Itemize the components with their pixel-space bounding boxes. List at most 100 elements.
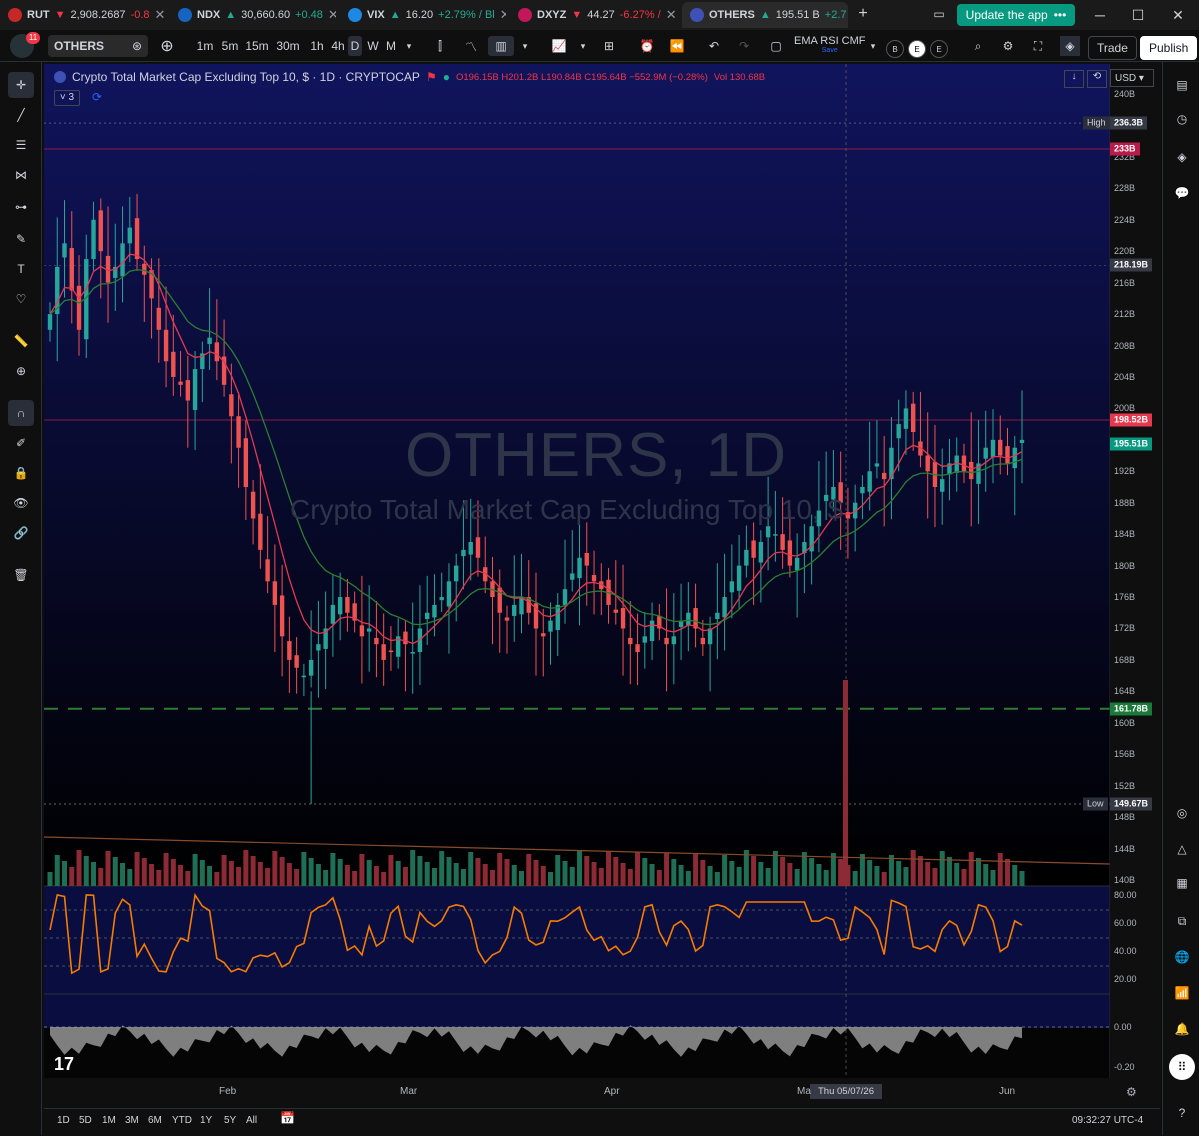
heart-icon[interactable]: ♡ bbox=[8, 286, 34, 312]
help-icon[interactable]: ? bbox=[1169, 1100, 1195, 1126]
tab-vix[interactable]: VIX ▲ 16.20 +2.79% / Bl ✕ bbox=[340, 2, 506, 28]
interval-D[interactable]: D bbox=[348, 36, 362, 56]
bar-style-icon[interactable]: ⫿ bbox=[430, 36, 450, 56]
interval-W[interactable]: W bbox=[366, 36, 380, 56]
interval-dropdown-icon[interactable]: ▾ bbox=[402, 36, 416, 56]
close-icon[interactable]: ✕ bbox=[155, 7, 166, 23]
pine-icon[interactable]: ⧉ bbox=[1169, 908, 1195, 934]
add-symbol-icon[interactable]: ⊕ bbox=[158, 36, 176, 56]
close-window-icon[interactable]: ✕ bbox=[1158, 4, 1198, 26]
templates-icon[interactable]: ⊞ bbox=[598, 36, 620, 56]
range-5y[interactable]: 5Y bbox=[224, 1115, 236, 1126]
close-icon[interactable]: ✕ bbox=[328, 7, 336, 23]
circle-e-active[interactable]: E bbox=[908, 40, 926, 58]
interval-15m[interactable]: 15m bbox=[244, 36, 270, 56]
watchlist-icon[interactable]: ▤ bbox=[1169, 72, 1195, 98]
fullscreen-icon[interactable]: ⛶ bbox=[1028, 36, 1048, 56]
eye-icon[interactable]: 👁 bbox=[8, 490, 34, 516]
layers-icon[interactable]: ◈ bbox=[1169, 144, 1195, 170]
minimize-icon[interactable]: ─ bbox=[1080, 4, 1120, 26]
close-icon[interactable]: ✕ bbox=[500, 7, 506, 23]
circle-b[interactable]: B bbox=[886, 40, 904, 58]
circle-e[interactable]: E bbox=[930, 40, 948, 58]
interval-1m[interactable]: 1m bbox=[194, 36, 216, 56]
price-chart[interactable] bbox=[44, 64, 1110, 1135]
ruler-icon[interactable]: 📏 bbox=[8, 328, 34, 354]
target-icon[interactable]: ◎ bbox=[1169, 800, 1195, 826]
fib-icon[interactable]: ☰ bbox=[8, 132, 34, 158]
legend-title[interactable]: Crypto Total Market Cap Excluding Top 10… bbox=[72, 70, 420, 84]
tab-others[interactable]: OTHERS ▲ 195.51 B +2.7 ✕ bbox=[682, 2, 848, 28]
pattern-icon[interactable]: ⋈ bbox=[8, 162, 34, 188]
scroll-down-icon[interactable]: ↓ bbox=[1064, 70, 1084, 88]
chart-type-dropdown-icon[interactable]: ▾ bbox=[518, 36, 532, 56]
indicators-icon[interactable]: 📈 bbox=[548, 36, 570, 56]
chat-icon[interactable]: 💬 bbox=[1169, 180, 1195, 206]
candle-body bbox=[207, 337, 212, 344]
maximize-icon[interactable]: ☐ bbox=[1118, 4, 1158, 26]
clock[interactable]: 09:32:27 UTC-4 bbox=[1072, 1115, 1143, 1126]
replay-icon[interactable]: ⏪ bbox=[666, 36, 688, 56]
tab-rut[interactable]: RUT ▼ 2,908.2687 -0.8 ✕ bbox=[0, 2, 166, 28]
undo-icon[interactable]: ↶ bbox=[704, 36, 724, 56]
calendar-icon[interactable]: ▦ bbox=[1169, 870, 1195, 896]
range-6m[interactable]: 6M bbox=[148, 1115, 162, 1126]
publish-button[interactable]: Publish bbox=[1140, 36, 1198, 60]
lock-icon[interactable]: 🔒 bbox=[8, 460, 34, 486]
screen-layout-icon[interactable]: ▭ bbox=[928, 4, 950, 24]
range-5d[interactable]: 5D bbox=[79, 1115, 92, 1126]
snapshot-icon[interactable]: ◈ bbox=[1060, 36, 1080, 56]
indicators-dropdown-icon[interactable]: ▾ bbox=[576, 36, 590, 56]
compare-symbol-icon[interactable]: ⊛ bbox=[128, 36, 146, 56]
alert-icon[interactable]: ⏰ bbox=[636, 36, 658, 56]
layout-rectangle-icon[interactable]: ▢ bbox=[766, 36, 786, 56]
trend-line-icon[interactable]: ╱ bbox=[8, 102, 34, 128]
tab-ndx[interactable]: NDX ▲ 30,660.60 +0.48 ✕ bbox=[170, 2, 336, 28]
range-ytd[interactable]: YTD bbox=[172, 1115, 192, 1126]
redo-icon[interactable]: ↷ bbox=[734, 36, 754, 56]
trash-icon[interactable]: 🗑 bbox=[8, 562, 34, 588]
range-3m[interactable]: 3M bbox=[125, 1115, 139, 1126]
settings-gear-icon[interactable]: ⚙ bbox=[1126, 1085, 1137, 1099]
magnet-icon[interactable]: ∩ bbox=[8, 400, 34, 426]
interval-M[interactable]: M bbox=[384, 36, 398, 56]
brush-icon[interactable]: ✎ bbox=[8, 226, 34, 252]
stream-icon[interactable]: 📶 bbox=[1169, 980, 1195, 1006]
layers-toggle[interactable]: ˅ 3 bbox=[54, 90, 80, 106]
globe-icon[interactable]: 🌐 bbox=[1169, 944, 1195, 970]
alerts-clock-icon[interactable]: ◷ bbox=[1169, 106, 1195, 132]
new-tab-plus-icon[interactable]: + bbox=[852, 4, 874, 24]
interval-1h[interactable]: 1h bbox=[306, 36, 328, 56]
interval-5m[interactable]: 5m bbox=[219, 36, 241, 56]
trade-button[interactable]: Trade bbox=[1088, 36, 1137, 60]
ideas-icon[interactable]: △ bbox=[1169, 836, 1195, 862]
range-all[interactable]: All bbox=[246, 1115, 257, 1126]
text-icon[interactable]: T bbox=[8, 256, 34, 282]
link-icon[interactable]: 🔗 bbox=[8, 520, 34, 546]
range-1m[interactable]: 1M bbox=[102, 1115, 116, 1126]
crosshair-icon[interactable]: ✛ bbox=[8, 72, 34, 98]
range-1d[interactable]: 1D bbox=[57, 1115, 70, 1126]
search-zoom-icon[interactable]: ⌕ bbox=[968, 36, 988, 56]
forecast-icon[interactable]: ⊶ bbox=[8, 194, 34, 220]
update-app-button[interactable]: Update the app ••• bbox=[957, 4, 1075, 26]
zoom-in-icon[interactable]: ⊕ bbox=[8, 358, 34, 384]
settings-gear-icon[interactable]: ⚙ bbox=[998, 36, 1018, 56]
bell-icon[interactable]: 🔔 bbox=[1169, 1016, 1195, 1042]
close-icon[interactable]: ✕ bbox=[666, 7, 676, 23]
interval-30m[interactable]: 30m bbox=[275, 36, 301, 56]
template-dropdown-icon[interactable]: ▾ bbox=[866, 36, 880, 56]
range-1y[interactable]: 1Y bbox=[200, 1115, 212, 1126]
currency-select[interactable]: USD ▾ bbox=[1110, 69, 1154, 87]
lock-draw-icon[interactable]: ✐ bbox=[8, 430, 34, 456]
candles-icon[interactable]: ▥ bbox=[488, 36, 514, 56]
auto-scale-icon[interactable]: ⟲ bbox=[1087, 70, 1107, 88]
line-chart-icon[interactable]: 〽 bbox=[460, 36, 482, 56]
interval-4h[interactable]: 4h bbox=[327, 36, 349, 56]
tab-dxyz[interactable]: DXYZ ▼ 44.27 -6.27% / ✕ bbox=[510, 2, 676, 28]
calendar-goto-icon[interactable]: 📅 bbox=[280, 1111, 295, 1125]
indicator-template[interactable]: EMA RSI CMF Save bbox=[794, 35, 866, 54]
apps-grid-icon[interactable]: ⠿ bbox=[1169, 1054, 1195, 1080]
refresh-icon[interactable]: ⟳ bbox=[92, 90, 102, 104]
flag-icon[interactable]: ⚑ bbox=[426, 70, 437, 84]
